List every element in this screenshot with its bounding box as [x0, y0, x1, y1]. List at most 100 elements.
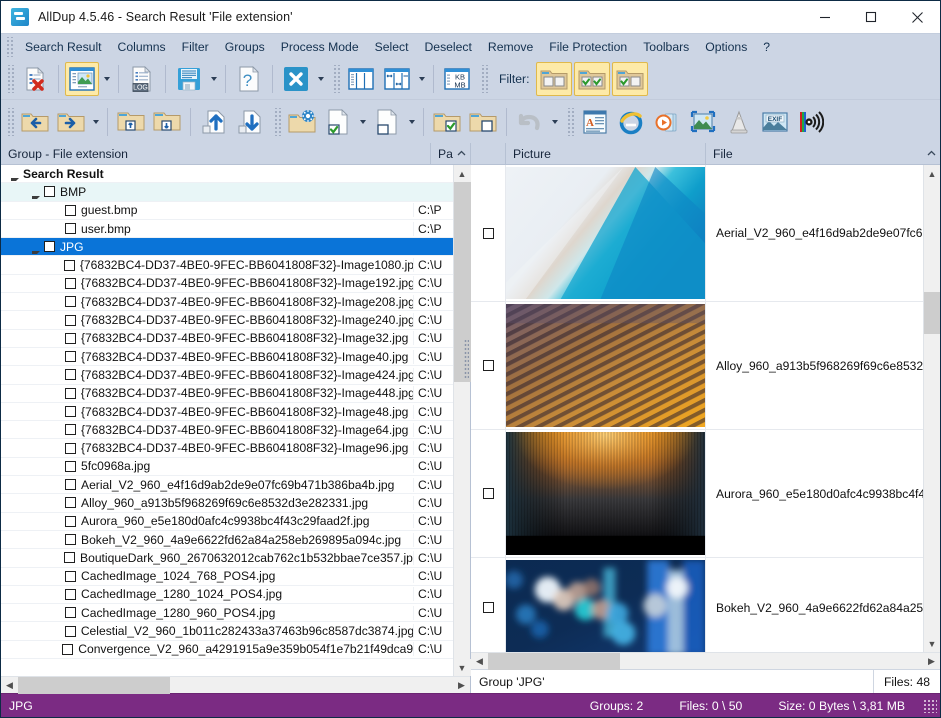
filter-all-groups-button[interactable]	[536, 62, 572, 96]
filter-selected-groups-button[interactable]	[574, 62, 610, 96]
audio-tag-viewer-button[interactable]	[794, 105, 828, 139]
tree-row-checkbox[interactable]	[65, 388, 76, 399]
open-vlc-button[interactable]	[722, 105, 756, 139]
select-files-button[interactable]	[321, 105, 355, 139]
tree-row[interactable]: {76832BC4-DD37-4BE0-9FEC-BB6041808F32}-I…	[1, 403, 453, 421]
tree-row[interactable]: {76832BC4-DD37-4BE0-9FEC-BB6041808F32}-I…	[1, 421, 453, 439]
tree-row[interactable]: {76832BC4-DD37-4BE0-9FEC-BB6041808F32}-I…	[1, 330, 453, 348]
tree-row-checkbox[interactable]	[44, 186, 55, 197]
table-row[interactable]: Aurora_960_e5e180d0afc4c9938bc4f43c	[471, 430, 923, 558]
tree-row[interactable]: guest.bmpC:\P	[1, 202, 453, 220]
picture-scrollbar-thumb[interactable]	[924, 292, 941, 334]
picture-hscroll-thumb[interactable]	[488, 653, 620, 670]
menu-remove[interactable]: Remove	[480, 36, 541, 58]
picture-scrollbar-track[interactable]	[924, 182, 941, 635]
tree-row[interactable]: 5fc0968a.jpgC:\U	[1, 458, 453, 476]
folder-settings-button[interactable]	[285, 105, 319, 139]
next-group-button[interactable]	[150, 105, 184, 139]
select-files-dropdown[interactable]	[356, 105, 369, 139]
tree-row[interactable]: Celestial_V2_960_1b011c282433a37463b96c8…	[1, 622, 453, 640]
table-row[interactable]: Bokeh_V2_960_4a9e6622fd62a84a258eb	[471, 558, 923, 652]
navigate-forward-button[interactable]	[54, 105, 88, 139]
exif-viewer-button[interactable]: EXIF	[758, 105, 792, 139]
tree-hscroll-left[interactable]: ◀	[1, 677, 18, 694]
menu-process-mode[interactable]: Process Mode	[273, 36, 367, 58]
tree-vertical-scrollbar[interactable]: ▲ ▼	[453, 165, 470, 676]
tree-row-checkbox[interactable]	[65, 315, 76, 326]
open-media-player-button[interactable]	[650, 105, 684, 139]
tree-row[interactable]: CachedImage_1024_768_POS4.jpgC:\U	[1, 568, 453, 586]
tree-row-checkbox[interactable]	[65, 369, 76, 380]
picture-list[interactable]: Aerial_V2_960_e4f16d9ab2de9e07fc69b4	[471, 165, 923, 652]
row-checkbox-cell[interactable]	[471, 558, 506, 652]
maximize-button[interactable]	[848, 1, 894, 33]
deselect-files-button[interactable]	[370, 105, 404, 139]
column-header-checkbox[interactable]	[471, 143, 506, 165]
toolbar-grip-icon[interactable]	[273, 108, 281, 136]
export-log-button[interactable]: LOG	[125, 62, 159, 96]
previous-group-button[interactable]	[114, 105, 148, 139]
row-checkbox-cell[interactable]	[471, 302, 506, 429]
tree-row[interactable]: {76832BC4-DD37-4BE0-9FEC-BB6041808F32}-I…	[1, 293, 453, 311]
tree-row-checkbox[interactable]	[44, 241, 55, 252]
show-preview-button[interactable]	[65, 62, 99, 96]
close-button[interactable]	[894, 1, 940, 33]
picture-vertical-scrollbar[interactable]: ▲ ▼	[923, 165, 940, 652]
undo-button[interactable]	[513, 105, 547, 139]
row-checkbox[interactable]	[483, 360, 494, 371]
tree-row-checkbox[interactable]	[65, 223, 76, 234]
clear-search-result-button[interactable]	[18, 62, 52, 96]
size-units-button[interactable]: KB MB	[440, 62, 474, 96]
tree-row[interactable]: {76832BC4-DD37-4BE0-9FEC-BB6041808F32}-I…	[1, 385, 453, 403]
tree-row-checkbox[interactable]	[65, 571, 76, 582]
undo-dropdown[interactable]	[548, 105, 561, 139]
tree-row-checkbox[interactable]	[65, 351, 76, 362]
column-autofit-button[interactable]	[380, 62, 414, 96]
tree-row-checkbox[interactable]	[64, 260, 75, 271]
toolbar-grip-icon[interactable]	[566, 108, 574, 136]
table-row[interactable]: Aerial_V2_960_e4f16d9ab2de9e07fc69b4	[471, 165, 923, 302]
toolbar-grip-icon[interactable]	[6, 65, 14, 93]
tree-row[interactable]: {76832BC4-DD37-4BE0-9FEC-BB6041808F32}-I…	[1, 366, 453, 384]
tree-row[interactable]: Aurora_960_e5e180d0afc4c9938bc4f43c29faa…	[1, 513, 453, 531]
group-tree[interactable]: Search ResultBMPguest.bmpC:\Puser.bmpC:\…	[1, 165, 453, 676]
tree-row-checkbox[interactable]	[65, 534, 76, 545]
tree-row-checkbox[interactable]	[65, 497, 76, 508]
tree-row[interactable]: {76832BC4-DD37-4BE0-9FEC-BB6041808F32}-I…	[1, 311, 453, 329]
picture-scrollbar-down[interactable]: ▼	[924, 635, 941, 652]
column-header-path[interactable]: Path	[431, 143, 453, 165]
tree-row[interactable]: user.bmpC:\P	[1, 220, 453, 238]
tree-hscroll-thumb[interactable]	[18, 677, 170, 694]
tree-row-checkbox[interactable]	[65, 424, 76, 435]
picture-horizontal-scrollbar[interactable]: ◀ ▶	[471, 652, 940, 669]
tree-row[interactable]: CachedImage_1280_960_POS4.jpgC:\U	[1, 604, 453, 622]
menu-help[interactable]: ?	[755, 36, 778, 58]
tree-row-checkbox[interactable]	[65, 205, 76, 216]
tree-row-checkbox[interactable]	[65, 278, 76, 289]
deselect-files-dropdown[interactable]	[405, 105, 418, 139]
menu-options[interactable]: Options	[697, 36, 755, 58]
toolbar-grip-icon[interactable]	[480, 65, 488, 93]
tree-row[interactable]: Convergence_V2_960_a4291915a9e359b054f1e…	[1, 641, 453, 659]
toolbar-grip-icon[interactable]	[332, 65, 340, 93]
picture-scrollbar-up[interactable]: ▲	[924, 165, 941, 182]
tree-row[interactable]: Aerial_V2_960_e4f16d9ab2de9e07fc69b471b3…	[1, 476, 453, 494]
menu-search-result[interactable]: Search Result	[17, 36, 110, 58]
column-header-group[interactable]: Group - File extension	[1, 143, 431, 165]
tree-scrollbar-down[interactable]: ▼	[454, 659, 471, 676]
column-layout-button[interactable]	[344, 62, 378, 96]
select-group-button[interactable]	[430, 105, 464, 139]
menu-columns[interactable]: Columns	[110, 36, 174, 58]
tree-row-checkbox[interactable]	[65, 443, 76, 454]
tree-scrollbar-track[interactable]	[454, 182, 471, 659]
tree-row[interactable]: Bokeh_V2_960_4a9e6622fd62a84a258eb269895…	[1, 531, 453, 549]
menu-groups[interactable]: Groups	[217, 36, 273, 58]
toolbar-grip-icon[interactable]	[6, 108, 14, 136]
save-search-result-dropdown[interactable]	[207, 62, 220, 96]
picture-hscroll-right[interactable]: ▶	[923, 653, 940, 670]
move-up-button[interactable]	[197, 105, 231, 139]
tree-row[interactable]: {76832BC4-DD37-4BE0-9FEC-BB6041808F32}-I…	[1, 256, 453, 274]
navigate-back-button[interactable]	[18, 105, 52, 139]
column-header-file[interactable]: File	[706, 143, 923, 165]
menu-grip-icon[interactable]	[5, 37, 14, 57]
